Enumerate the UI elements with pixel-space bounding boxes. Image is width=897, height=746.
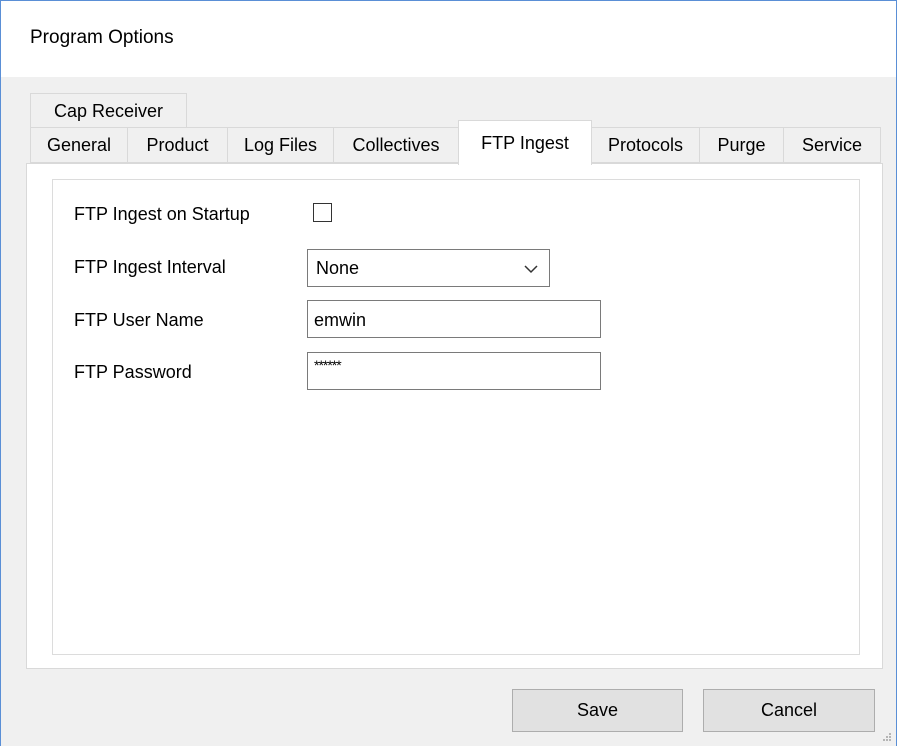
ftp-settings-group: FTP Ingest on Startup FTP Ingest Interva… <box>52 179 860 655</box>
tab-cap-receiver[interactable]: Cap Receiver <box>30 93 187 129</box>
ftp-password-input[interactable]: ****** <box>307 352 601 390</box>
tab-general[interactable]: General <box>30 127 128 163</box>
cancel-button[interactable]: Cancel <box>703 689 875 732</box>
program-options-dialog: Program Options Cap Receiver General Pro… <box>0 0 897 746</box>
ftp-startup-checkbox[interactable] <box>313 203 332 222</box>
tab-product[interactable]: Product <box>127 127 228 163</box>
resize-grip-icon[interactable] <box>882 732 892 742</box>
ftp-username-value: emwin <box>314 310 367 330</box>
ftp-password-value: ****** <box>314 357 342 373</box>
save-button[interactable]: Save <box>512 689 683 732</box>
tab-log-files[interactable]: Log Files <box>227 127 334 163</box>
ftp-username-input[interactable]: emwin <box>307 300 601 338</box>
ftp-password-label: FTP Password <box>74 362 192 382</box>
window-title: Program Options <box>30 27 174 48</box>
tab-purge[interactable]: Purge <box>699 127 784 163</box>
tab-protocols[interactable]: Protocols <box>591 127 700 163</box>
ftp-interval-label: FTP Ingest Interval <box>74 257 226 277</box>
ftp-interval-value: None <box>316 258 360 278</box>
chevron-down-icon <box>524 265 538 274</box>
tab-ftp-ingest[interactable]: FTP Ingest <box>458 120 592 165</box>
tab-service[interactable]: Service <box>783 127 881 163</box>
ftp-interval-select[interactable]: None <box>307 249 550 287</box>
tab-collectives[interactable]: Collectives <box>333 127 459 163</box>
ftp-ingest-tab-panel: FTP Ingest on Startup FTP Ingest Interva… <box>26 163 883 669</box>
title-bar: Program Options <box>1 1 896 77</box>
ftp-username-label: FTP User Name <box>74 310 204 330</box>
ftp-startup-label: FTP Ingest on Startup <box>74 204 250 224</box>
